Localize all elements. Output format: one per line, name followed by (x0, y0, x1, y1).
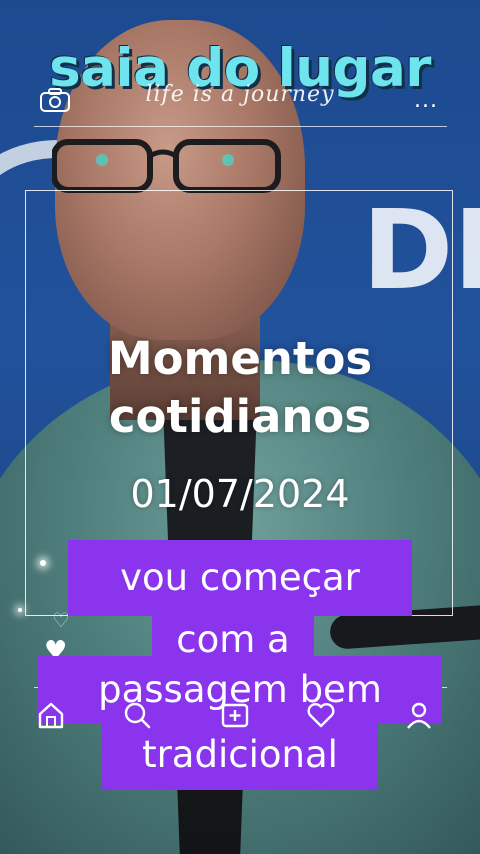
sparkle-icon (18, 608, 22, 612)
caption-line-1: vou começar (68, 540, 412, 616)
overlay-script-text: life is a journey (145, 82, 335, 107)
profile-icon[interactable] (404, 700, 434, 730)
card-title: Momentos cotidianos (0, 330, 480, 446)
more-options-icon[interactable]: ... (414, 88, 438, 113)
card-title-line2: cotidianos (108, 390, 372, 443)
home-icon[interactable] (36, 700, 66, 730)
sparkle-icon (40, 560, 46, 566)
caption-line-4: tradicional (102, 724, 378, 790)
camera-icon[interactable] (40, 88, 70, 112)
card-title-line1: Momentos (107, 332, 373, 385)
card-date: 01/07/2024 (130, 472, 350, 516)
search-icon[interactable] (122, 700, 152, 730)
add-photo-icon[interactable] (220, 700, 250, 730)
top-divider (34, 126, 447, 127)
heart-icon[interactable] (306, 700, 336, 730)
person-glasses (52, 139, 281, 193)
